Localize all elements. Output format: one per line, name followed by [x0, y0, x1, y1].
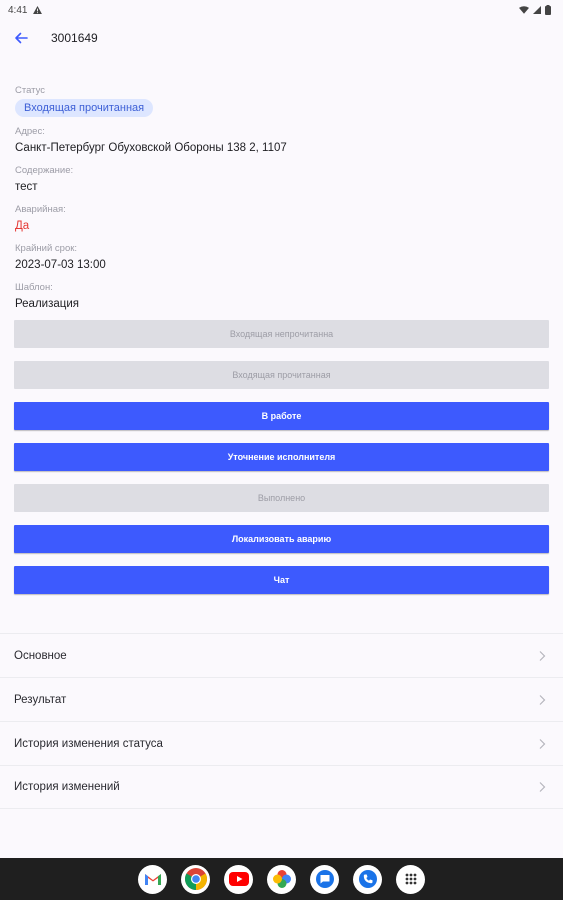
- status-label: Статус: [15, 85, 46, 96]
- deadline-value: 2023-07-03 13:00: [15, 259, 106, 271]
- incoming-unread-button[interactable]: Входящая непрочитанна: [14, 320, 549, 348]
- app-bar: 3001649: [0, 20, 563, 56]
- chrome-icon[interactable]: [181, 864, 210, 894]
- section-change-history-label: История изменений: [14, 781, 120, 793]
- deadline-field: Крайний срок: 2023-07-03 13:00: [15, 242, 549, 273]
- chat-button[interactable]: Чат: [14, 566, 549, 594]
- section-main-label: Основное: [14, 649, 67, 662]
- phone-icon[interactable]: [353, 864, 382, 894]
- page-title: 3001649: [51, 31, 98, 45]
- content-value: тест: [15, 181, 38, 193]
- battery-icon: [545, 5, 551, 15]
- gmail-icon[interactable]: [138, 864, 167, 894]
- section-status-history[interactable]: История изменения статуса: [0, 721, 563, 765]
- emergency-field: Аварийная: Да: [15, 203, 549, 234]
- template-label: Шаблон:: [15, 282, 53, 293]
- status-field: Статус Входящая прочитанная: [15, 84, 549, 117]
- app-dock: [0, 858, 563, 900]
- section-list: Основное Результат История изменения ста…: [0, 633, 563, 809]
- content-field: Содержание: тест: [15, 164, 549, 195]
- youtube-icon[interactable]: [224, 864, 253, 894]
- chevron-right-icon: [539, 694, 546, 705]
- status-bar: 4:41: [0, 0, 563, 20]
- wifi-icon: [519, 6, 529, 14]
- clarify-executor-button[interactable]: Уточнение исполнителя: [14, 443, 549, 471]
- completed-button[interactable]: Выполнено: [14, 484, 549, 512]
- back-button[interactable]: [12, 29, 30, 47]
- chevron-right-icon: [539, 650, 546, 661]
- address-field: Адрес: Санкт-Петербург Обуховской Оборон…: [15, 125, 549, 156]
- messages-icon[interactable]: [310, 864, 339, 894]
- details-panel: Статус Входящая прочитанная Адрес: Санкт…: [0, 56, 563, 312]
- template-value: Реализация: [15, 298, 79, 310]
- address-value: Санкт-Петербург Обуховской Обороны 138 2…: [15, 142, 287, 154]
- deadline-label: Крайний срок:: [15, 243, 78, 254]
- clock: 4:41: [8, 4, 28, 16]
- emergency-value: Да: [15, 220, 30, 232]
- section-result[interactable]: Результат: [0, 677, 563, 721]
- chevron-right-icon: [539, 782, 546, 792]
- status-badge: Входящая прочитанная: [15, 99, 154, 117]
- section-change-history[interactable]: История изменений: [0, 765, 563, 809]
- emergency-label: Аварийная:: [15, 204, 66, 215]
- content-label: Содержание:: [15, 165, 74, 176]
- arrow-back-icon: [15, 32, 28, 44]
- chevron-right-icon: [539, 738, 546, 749]
- app-drawer-icon[interactable]: [396, 864, 425, 894]
- in-progress-button[interactable]: В работе: [14, 402, 549, 430]
- incoming-read-button[interactable]: Входящая прочитанная: [14, 361, 549, 389]
- signal-icon: [533, 6, 541, 14]
- section-status-history-label: История изменения статуса: [14, 737, 163, 750]
- status-buttons: Входящая непрочитанна Входящая прочитанн…: [0, 320, 563, 594]
- alert-icon: [33, 6, 43, 14]
- section-result-label: Результат: [14, 693, 67, 706]
- template-field: Шаблон: Реализация: [15, 281, 549, 312]
- localize-emergency-button[interactable]: Локализовать аварию: [14, 525, 549, 553]
- section-main[interactable]: Основное: [0, 633, 563, 677]
- address-label: Адрес:: [15, 126, 45, 137]
- photos-icon[interactable]: [267, 864, 296, 894]
